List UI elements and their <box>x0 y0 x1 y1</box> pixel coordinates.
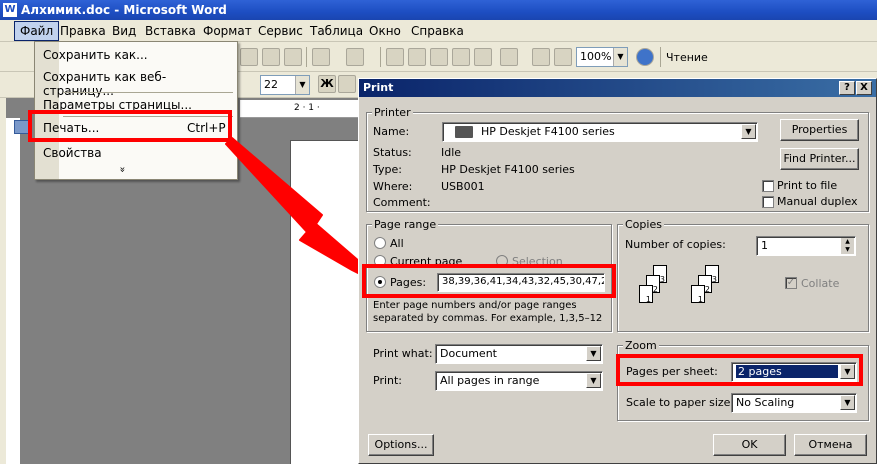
status-label: Status: <box>373 146 412 159</box>
copies-input[interactable]: 1 ▲ ▼ <box>756 236 856 256</box>
printer-group-label: Printer <box>372 106 413 119</box>
where-label: Where: <box>373 180 413 193</box>
number-of-copies-label: Number of copies: <box>625 238 726 251</box>
print-what-value: Document <box>440 347 497 360</box>
printer-name-value: HP Deskjet F4100 series <box>481 125 615 138</box>
manual-duplex-checkbox[interactable] <box>762 196 774 208</box>
help-button[interactable]: ? <box>839 81 855 95</box>
pages-per-sheet-highlight <box>616 354 863 386</box>
radio-all-label: All <box>390 237 404 250</box>
find-printer-button[interactable]: Find Printer... <box>780 148 859 170</box>
copies-label: Copies <box>623 218 664 231</box>
print-to-file-label: Print to file <box>777 179 838 192</box>
status-value: Idle <box>441 146 462 159</box>
page-range-label: Page range <box>372 218 439 231</box>
close-icon[interactable]: X <box>856 81 872 95</box>
chevron-down-icon[interactable]: ▼ <box>586 346 601 361</box>
print-what-select[interactable]: Document ▼ <box>435 344 603 364</box>
print-what-label: Print what: <box>373 347 433 360</box>
comment-label: Comment: <box>373 196 431 209</box>
sheet-1: 1 <box>639 285 653 304</box>
printer-icon <box>455 126 473 138</box>
print-dialog-title-bar: Print ? X <box>359 79 876 97</box>
printer-name-label: Name: <box>373 125 410 138</box>
type-value: HP Deskjet F4100 series <box>441 163 575 176</box>
options-button[interactable]: Options... <box>368 434 434 456</box>
scale-select[interactable]: No Scaling ▼ <box>731 393 857 413</box>
copies-value: 1 <box>761 239 768 252</box>
print-to-file-checkbox[interactable] <box>762 180 774 192</box>
zoom-group-label: Zoom <box>623 339 659 352</box>
scale-value: No Scaling <box>736 396 795 409</box>
print-label: Print: <box>373 374 403 387</box>
chevron-down-icon[interactable]: ▼ <box>586 373 601 388</box>
ok-button[interactable]: OK <box>713 434 786 456</box>
pages-hint: Enter page numbers and/or page ranges se… <box>373 300 603 324</box>
print-dialog-title: Print <box>363 81 394 94</box>
properties-button[interactable]: Properties <box>780 119 859 141</box>
collate-checkbox: ✓ <box>785 277 797 289</box>
spin-down-icon[interactable]: ▼ <box>841 246 854 254</box>
collate-label: Collate <box>801 277 840 290</box>
print-dialog: Print ? X Printer Name: HP Deskjet F4100… <box>358 78 877 464</box>
sheet-1b: 1 <box>691 285 705 304</box>
where-value: USB001 <box>441 180 485 193</box>
scale-label: Scale to paper size: <box>626 396 735 409</box>
printer-name-select[interactable]: HP Deskjet F4100 series ▼ <box>442 122 758 142</box>
print-select[interactable]: All pages in range ▼ <box>435 371 603 391</box>
radio-all[interactable] <box>374 237 386 249</box>
spin-up-icon[interactable]: ▲ <box>841 238 854 246</box>
print-value: All pages in range <box>440 374 540 387</box>
type-label: Type: <box>373 163 402 176</box>
chevron-down-icon[interactable]: ▼ <box>741 124 756 139</box>
chevron-down-icon[interactable]: ▼ <box>840 395 855 410</box>
collate-preview-icon: 3 2 1 3 2 1 <box>639 265 729 321</box>
pages-highlight <box>362 264 616 298</box>
cancel-button[interactable]: Отмена <box>794 434 867 456</box>
manual-duplex-label: Manual duplex <box>777 195 858 208</box>
